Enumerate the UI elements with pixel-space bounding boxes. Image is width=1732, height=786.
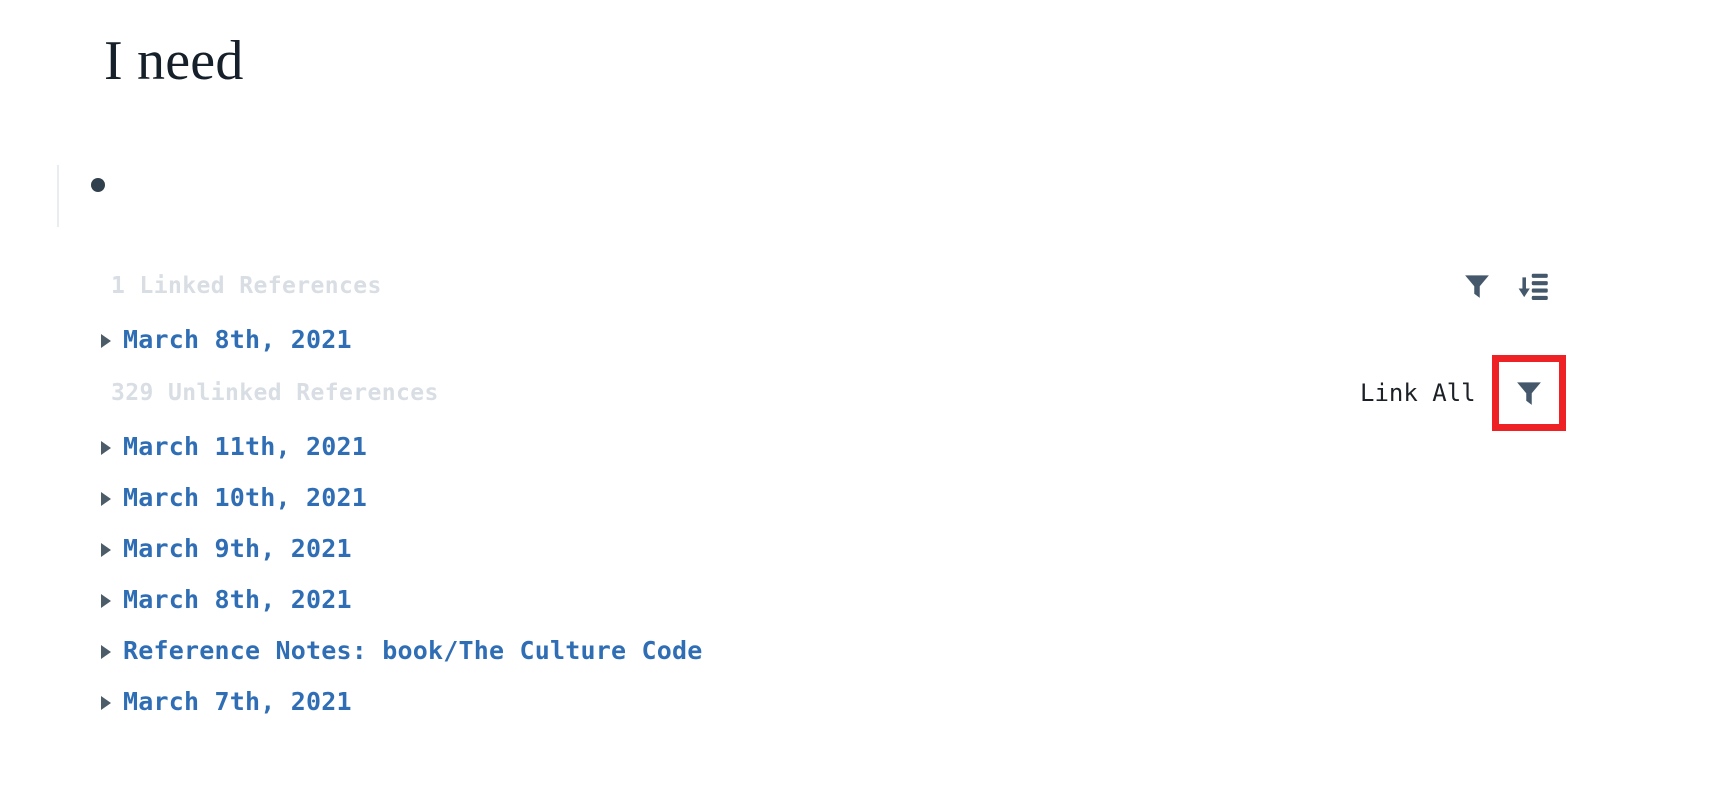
bullet-dot-icon[interactable] xyxy=(91,178,105,192)
page-root: I need 1 Linked References March 8th, 20… xyxy=(0,0,1732,786)
linked-references-header: 1 Linked References xyxy=(0,258,1732,314)
reference-link[interactable]: March 10th, 2021 xyxy=(123,483,367,512)
filter-funnel-icon xyxy=(1465,275,1489,298)
reference-link[interactable]: March 11th, 2021 xyxy=(123,432,367,461)
caret-right-icon[interactable] xyxy=(100,489,114,507)
page-title[interactable]: I need xyxy=(104,26,244,96)
reference-link[interactable]: March 8th, 2021 xyxy=(123,325,352,354)
linked-references-controls xyxy=(1458,267,1552,305)
caret-right-icon[interactable] xyxy=(100,591,114,609)
filter-funnel-icon xyxy=(1516,382,1541,405)
reference-row: Reference Notes: book/The Culture Code xyxy=(0,625,1732,676)
block-guideline xyxy=(57,165,59,227)
sort-descending-icon xyxy=(1518,273,1548,301)
unlinked-references-title: 329 Unlinked References xyxy=(111,380,439,406)
caret-right-icon[interactable] xyxy=(100,540,114,558)
unlinked-references-header: 329 Unlinked References Link All xyxy=(0,355,1732,431)
reference-link[interactable]: March 9th, 2021 xyxy=(123,534,352,563)
caret-right-icon[interactable] xyxy=(100,642,114,660)
linked-references-title: 1 Linked References xyxy=(111,273,382,299)
linked-filter-button[interactable] xyxy=(1458,267,1496,305)
reference-row: March 10th, 2021 xyxy=(0,472,1732,523)
caret-right-icon[interactable] xyxy=(100,438,114,456)
unlinked-filter-button[interactable] xyxy=(1491,355,1566,431)
reference-row: March 8th, 2021 xyxy=(0,574,1732,625)
block-row[interactable] xyxy=(88,160,1688,210)
caret-right-icon[interactable] xyxy=(100,331,114,349)
unlinked-references-controls: Link All xyxy=(1360,355,1566,431)
caret-right-icon[interactable] xyxy=(100,693,114,711)
unlinked-references-list: March 11th, 2021 March 10th, 2021 March … xyxy=(0,421,1732,727)
reference-link[interactable]: Reference Notes: book/The Culture Code xyxy=(123,636,703,665)
linked-sort-button[interactable] xyxy=(1514,267,1552,305)
reference-row: March 9th, 2021 xyxy=(0,523,1732,574)
references-container: 1 Linked References March 8th, 2021 329 … xyxy=(0,258,1732,727)
block-area xyxy=(0,160,1732,240)
reference-row: March 7th, 2021 xyxy=(0,676,1732,727)
reference-row: March 11th, 2021 xyxy=(0,421,1732,472)
reference-link[interactable]: March 7th, 2021 xyxy=(123,687,352,716)
link-all-button[interactable]: Link All xyxy=(1360,379,1476,407)
reference-link[interactable]: March 8th, 2021 xyxy=(123,585,352,614)
